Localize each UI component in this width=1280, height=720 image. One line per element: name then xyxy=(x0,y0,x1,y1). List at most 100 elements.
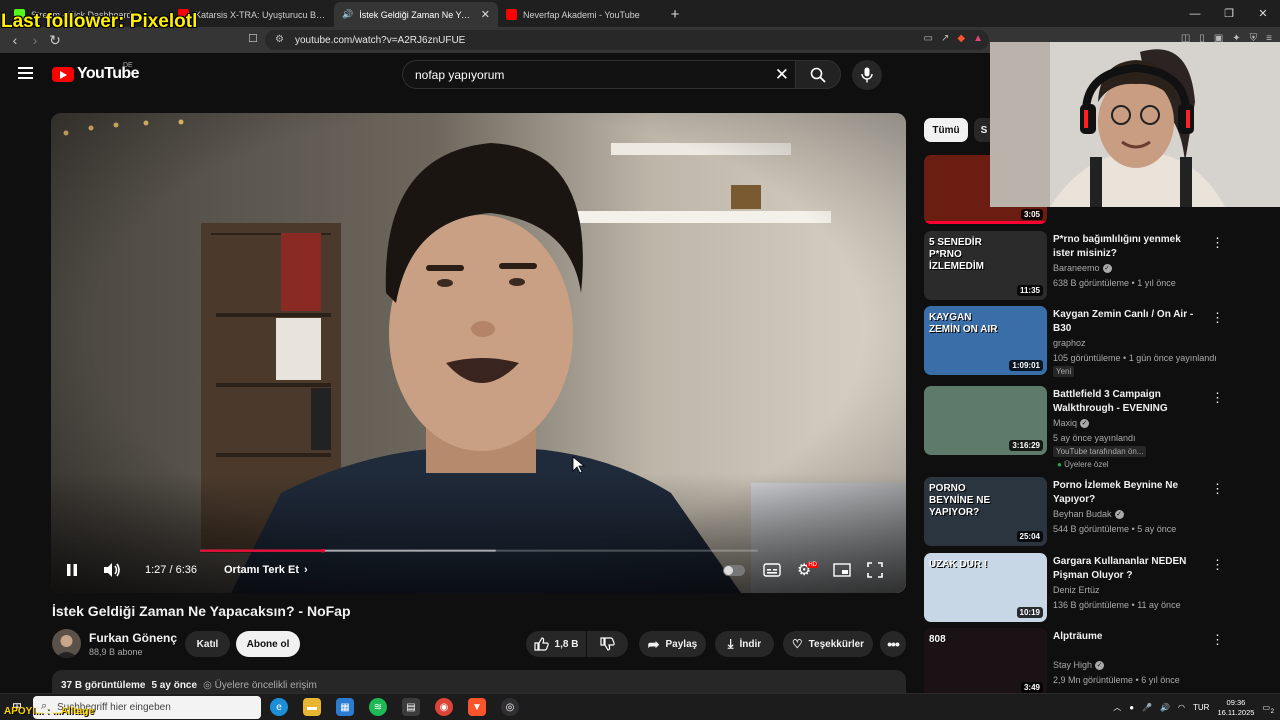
recommended-title[interactable]: Gargara Kullananlar NEDEN Pişman Oluyor … xyxy=(1053,555,1203,583)
dislike-button[interactable] xyxy=(587,631,628,657)
clear-search-icon[interactable]: ✕ xyxy=(775,65,789,85)
browser-tab[interactable]: Neverfap Akademi - YouTube xyxy=(498,2,662,27)
thanks-button[interactable]: ♡ Teşekkürler xyxy=(783,631,873,657)
url-field[interactable]: ⚙ youtube.com/watch?v=A2RJ6znUFUE ▭ ↗ ◆ … xyxy=(265,30,989,50)
store-icon[interactable]: ▦ xyxy=(336,698,354,716)
url-actions: ▭ ↗ ◆ ▲ xyxy=(924,33,983,44)
recommended-channel[interactable]: Maxiq ✓ xyxy=(1053,418,1090,428)
settings-button[interactable]: ⚙ HD xyxy=(797,559,819,581)
miniplayer-icon xyxy=(833,563,851,577)
video-thumbnail[interactable]: 808 3:49 xyxy=(924,628,1047,697)
share-button[interactable]: ➦ Paylaş xyxy=(639,631,706,657)
recommended-channel[interactable]: Beyhan Budak ✓ xyxy=(1053,509,1124,519)
more-vertical-icon[interactable]: ⋮ xyxy=(1211,632,1224,648)
volume-button[interactable] xyxy=(103,559,121,581)
fullscreen-button[interactable] xyxy=(867,559,883,581)
recommended-title[interactable]: P*rno bağımlılığını yenmek ister misiniz… xyxy=(1053,233,1203,261)
spotify-icon[interactable]: ≋ xyxy=(369,698,387,716)
subtitles-button[interactable] xyxy=(763,559,781,581)
verified-icon: ✓ xyxy=(1080,418,1090,428)
recommended-video[interactable]: 3:16:29 Battlefield 3 Campaign Walkthroug… xyxy=(924,386,1274,469)
calculator-icon[interactable]: ▤ xyxy=(402,698,420,716)
brave-icon[interactable]: ▼ xyxy=(468,698,486,716)
recommended-channel[interactable]: graphoz xyxy=(1053,338,1086,348)
tray-app-icon[interactable]: ● xyxy=(1129,703,1134,712)
miniplayer-button[interactable] xyxy=(833,559,851,581)
obs-icon[interactable]: ◎ xyxy=(501,698,519,716)
share-icon[interactable]: ↗ xyxy=(941,33,949,44)
more-vertical-icon[interactable]: ⋮ xyxy=(1211,481,1224,497)
download-button[interactable]: ⤓ İndir xyxy=(715,631,774,657)
tab-label: İstek Geldiği Zaman Ne Yapaca xyxy=(359,9,475,20)
guide-menu-icon[interactable] xyxy=(18,67,33,79)
clock[interactable]: 09:36 16.11.2025 xyxy=(1217,698,1254,718)
channel-name[interactable]: Furkan Gönenç xyxy=(89,631,177,645)
recommended-title[interactable]: Battlefield 3 Campaign Walkthrough - EVE… xyxy=(1053,388,1203,416)
site-info-icon[interactable]: ⚙ xyxy=(275,34,284,45)
network-icon[interactable]: ◠ xyxy=(1178,703,1185,712)
voice-search-button[interactable] xyxy=(852,60,882,90)
video-player[interactable]: 1:27 / 6:36 Ortamı Terk Et › ⚙ HD xyxy=(51,113,906,593)
video-thumbnail[interactable]: 5 SENEDİR P*RNO İZLEMEDİM 11:35 xyxy=(924,231,1047,300)
video-thumbnail[interactable]: 3:16:29 xyxy=(924,386,1047,455)
thanks-label: Teşekkürler xyxy=(808,638,865,650)
speaker-tray-icon[interactable]: 🔊 xyxy=(1160,703,1170,712)
brave-shield-icon[interactable]: ◆ xyxy=(957,33,965,44)
notification-icon[interactable]: ▭ 2 xyxy=(1262,703,1274,715)
recommended-video[interactable]: KAYGAN ZEMİN ON AIR 1:09:01 Kaygan Zemin C… xyxy=(924,306,1274,377)
language-indicator[interactable]: TUR xyxy=(1193,703,1209,712)
tray-chevron-icon[interactable]: ︿ xyxy=(1113,702,1121,713)
chapter-button[interactable]: Ortamı Terk Et › xyxy=(224,559,308,581)
tab-close-icon[interactable]: ✕ xyxy=(481,8,490,21)
like-button[interactable]: 1,8 B xyxy=(526,631,586,657)
more-vertical-icon[interactable]: ⋮ xyxy=(1211,235,1224,251)
subscribe-button[interactable]: Abone ol xyxy=(236,631,300,657)
chip-all[interactable]: Tümü xyxy=(924,118,968,142)
minimize-button[interactable]: — xyxy=(1178,0,1212,27)
more-vertical-icon[interactable]: ⋮ xyxy=(1211,557,1224,573)
video-thumbnail[interactable]: PORNO BEYNİNE NE YAPIYOR? 25:04 xyxy=(924,477,1047,546)
close-window-button[interactable]: ✕ xyxy=(1246,0,1280,27)
video-thumbnail[interactable]: UZAK DUR ! 10:19 xyxy=(924,553,1047,622)
recommended-video[interactable]: 808 3:49 Alpträume Stay High ✓ 2,9 Mn görüntü… xyxy=(924,628,1274,698)
recommended-title[interactable]: Kaygan Zemin Canlı / On Air - B30 xyxy=(1053,308,1203,336)
maximize-button[interactable]: ❐ xyxy=(1212,0,1246,27)
file-explorer-icon[interactable]: ▬ xyxy=(303,698,321,716)
video-thumbnail[interactable]: KAYGAN ZEMİN ON AIR 1:09:01 xyxy=(924,306,1047,375)
recommended-channel[interactable]: Deniz Ertüz xyxy=(1053,585,1100,595)
chrome-icon[interactable]: ◉ xyxy=(435,698,453,716)
join-button[interactable]: Katıl xyxy=(185,631,230,657)
browser-tab-active[interactable]: 🔊 İstek Geldiği Zaman Ne Yapaca ✕ xyxy=(334,2,498,27)
new-tab-button[interactable]: + xyxy=(662,2,688,27)
channel-name: graphoz xyxy=(1053,338,1086,348)
recommended-channel[interactable]: Stay High ✓ xyxy=(1053,660,1105,670)
autoplay-toggle[interactable] xyxy=(723,559,745,581)
player-controls: 1:27 / 6:36 Ortamı Terk Et › ⚙ HD xyxy=(51,547,906,593)
share-arrow-icon: ➦ xyxy=(647,635,660,652)
recommended-video[interactable]: UZAK DUR ! 10:19 Gargara Kullananlar NEDEN… xyxy=(924,553,1274,623)
channel-avatar[interactable] xyxy=(52,629,81,658)
recommended-video[interactable]: 5 SENEDİR P*RNO İZLEMEDİM 11:35 P*rno bağı… xyxy=(924,231,1274,301)
recommended-title[interactable]: Porno İzlemek Beynine Ne Yapıyor? xyxy=(1053,479,1203,507)
recommended-title[interactable]: Alpträume xyxy=(1053,630,1203,644)
recommended-badge: Yeni xyxy=(1053,366,1075,377)
pause-button[interactable] xyxy=(65,559,79,581)
edge-icon[interactable]: e xyxy=(270,698,288,716)
more-vertical-icon[interactable]: ⋮ xyxy=(1211,310,1224,326)
search-input[interactable]: nofap yapıyorum ✕ xyxy=(402,60,795,89)
fullscreen-icon xyxy=(867,562,883,578)
notification-count: 2 xyxy=(1270,709,1274,715)
youtube-logo[interactable]: YouTube DE xyxy=(52,62,139,83)
recommended-video[interactable]: PORNO BEYNİNE NE YAPIYOR? 25:04 Porno İzle… xyxy=(924,477,1274,547)
recommended-channel[interactable]: Baraneemo ✓ xyxy=(1053,263,1112,273)
share-label: Paylaş xyxy=(665,638,698,650)
search-button[interactable] xyxy=(795,60,841,89)
more-actions-button[interactable]: ••• xyxy=(880,631,906,657)
thumbnail-text: 5 SENEDİR P*RNO İZLEMEDİM xyxy=(929,237,984,272)
cast-icon[interactable]: ▭ xyxy=(924,33,933,44)
bookmark-icon[interactable]: ☐ xyxy=(248,32,258,45)
more-vertical-icon[interactable]: ⋮ xyxy=(1211,390,1224,406)
microphone-tray-icon[interactable]: 🎤 xyxy=(1142,703,1152,712)
brave-rewards-icon[interactable]: ▲ xyxy=(973,33,983,44)
search-icon xyxy=(810,67,826,83)
